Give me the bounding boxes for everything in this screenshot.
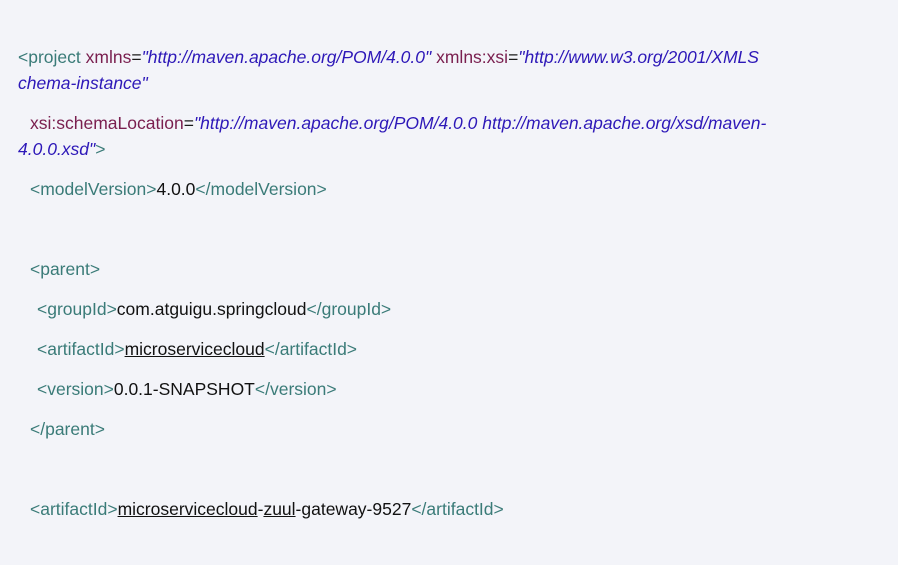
group-id-close: </groupId> <box>306 299 392 319</box>
xmlns-xsi-value-cont: chema-instance" <box>18 73 148 93</box>
artifact-id-open: <artifactId> <box>30 499 118 519</box>
schema-location-attr: xsi:schemaLocation <box>30 113 184 133</box>
schema-location-value-cont: 4.0.0.xsd" <box>18 139 96 159</box>
code-line-parent-close: </parent> <box>30 418 105 440</box>
code-line-xsi-cont: chema-instance" <box>18 72 148 94</box>
version-close: </version> <box>254 379 337 399</box>
equals-sign: = <box>131 47 142 67</box>
artifact-id-text-part3: -gateway-9527 <box>295 499 412 519</box>
project-tag-close-bracket: > <box>95 139 106 159</box>
group-id-open: <groupId> <box>37 299 117 319</box>
project-tag-open: <project <box>18 47 81 67</box>
artifact-id-close: </artifactId> <box>264 339 358 359</box>
artifact-id-text: microservicecloud <box>124 339 265 359</box>
equals-sign: = <box>183 113 194 133</box>
xmlns-value: "http://maven.apache.org/POM/4.0.0" <box>141 47 432 67</box>
xmlns-xsi-value: "http://www.w3.org/2001/XMLS <box>518 47 759 67</box>
code-line-schema-location: xsi:schemaLocation="http://maven.apache.… <box>30 112 766 134</box>
parent-close: </parent> <box>30 419 105 439</box>
code-line-schema-cont: 4.0.0.xsd"> <box>18 138 105 160</box>
model-version-text: 4.0.0 <box>156 179 196 199</box>
xmlns-attr: xmlns <box>85 47 132 67</box>
code-line-parent-open: <parent> <box>30 258 100 280</box>
code-line-group-id: <groupId>com.atguigu.springcloud</groupI… <box>37 298 391 320</box>
artifact-id-text-part1: microservicecloud <box>117 499 258 519</box>
model-version-close: </modelVersion> <box>195 179 327 199</box>
artifact-id-text-part2: zuul <box>263 499 296 519</box>
version-open: <version> <box>37 379 114 399</box>
equals-sign: = <box>508 47 519 67</box>
code-line-version: <version>0.0.1-SNAPSHOT</version> <box>37 378 337 400</box>
xmlns-xsi-attr: xmlns:xsi <box>436 47 509 67</box>
code-line-artifact-id: <artifactId>microservicecloud-zuul-gatew… <box>30 498 504 520</box>
artifact-id-open: <artifactId> <box>37 339 125 359</box>
version-text: 0.0.1-SNAPSHOT <box>113 379 255 399</box>
code-line-parent-artifact-id: <artifactId>microservicecloud</artifactI… <box>37 338 357 360</box>
xml-code-view: <project xmlns="http://maven.apache.org/… <box>0 0 898 565</box>
parent-open: <parent> <box>30 259 101 279</box>
artifact-id-close: </artifactId> <box>411 499 504 519</box>
code-line-model-version: <modelVersion>4.0.0</modelVersion> <box>30 178 327 200</box>
group-id-text: com.atguigu.springcloud <box>116 299 307 319</box>
code-line-project-open: <project xmlns="http://maven.apache.org/… <box>18 46 759 68</box>
model-version-open: <modelVersion> <box>30 179 157 199</box>
schema-location-value: "http://maven.apache.org/POM/4.0.0 http:… <box>193 113 767 133</box>
